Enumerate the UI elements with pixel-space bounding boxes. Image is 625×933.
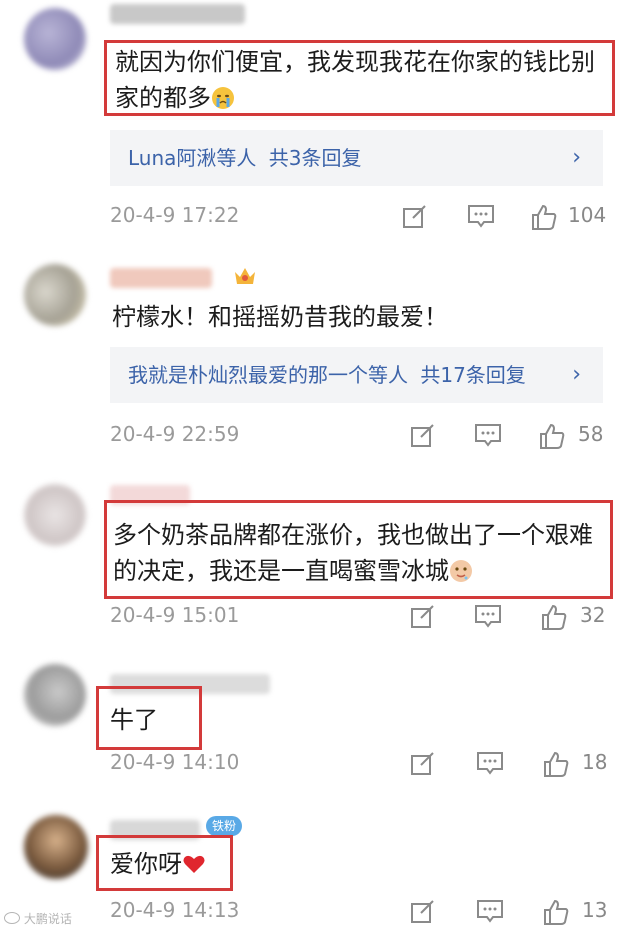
comment-icon[interactable] — [476, 898, 504, 924]
timestamp: 20-4-9 15:01 — [110, 603, 240, 627]
repost-icon[interactable] — [410, 422, 436, 448]
repost-icon[interactable] — [410, 603, 436, 629]
reply-count[interactable]: 共3条回复 — [269, 146, 362, 170]
comment-icon[interactable] — [476, 750, 504, 776]
reply-names[interactable]: 我就是朴灿烈最爱的那一个等人 — [128, 363, 408, 387]
comment-text: 柠檬水！和摇摇奶昔我的最爱！ — [112, 299, 602, 335]
avatar[interactable] — [24, 815, 88, 879]
weibo-logo-icon — [4, 912, 20, 924]
reply-summary[interactable]: Luna阿湫等人 共3条回复 › — [110, 130, 603, 186]
fan-badge: 铁粉 — [206, 816, 243, 836]
comment-icon[interactable] — [474, 422, 502, 448]
like-icon[interactable] — [540, 603, 568, 631]
like-count: 104 — [568, 203, 607, 227]
repost-icon[interactable] — [410, 898, 436, 924]
vip-crown-icon — [232, 264, 258, 288]
highlight-box — [96, 835, 233, 891]
comment-meta: 20-4-9 14:13 13 — [110, 898, 610, 928]
timestamp: 20-4-9 17:22 — [110, 203, 240, 227]
watermark: 大鹏说话 — [4, 910, 72, 927]
username[interactable] — [110, 268, 212, 288]
comment-meta: 20-4-9 14:10 18 — [110, 750, 610, 780]
comment-icon[interactable] — [474, 603, 502, 629]
like-icon[interactable] — [542, 750, 570, 778]
avatar[interactable] — [24, 484, 86, 546]
like-count: 58 — [578, 422, 604, 446]
chevron-right-icon: › — [572, 145, 581, 170]
timestamp: 20-4-9 14:10 — [110, 750, 240, 774]
comment-meta: 20-4-9 17:22 104 — [110, 203, 610, 233]
like-icon[interactable] — [538, 422, 566, 450]
comment-text-content: 柠檬水！和摇摇奶昔我的最爱！ — [112, 303, 448, 331]
comment-meta: 20-4-9 15:01 32 — [110, 603, 610, 633]
reply-count[interactable]: 共17条回复 — [420, 363, 525, 387]
like-icon[interactable] — [530, 203, 558, 231]
highlight-box — [104, 40, 615, 116]
avatar[interactable] — [24, 264, 86, 326]
timestamp: 20-4-9 22:59 — [110, 422, 240, 446]
comment-icon[interactable] — [467, 203, 495, 229]
timestamp: 20-4-9 14:13 — [110, 898, 240, 922]
highlight-box — [96, 686, 202, 750]
like-count: 18 — [582, 750, 608, 774]
watermark-text: 大鹏说话 — [23, 912, 72, 926]
repost-icon[interactable] — [410, 750, 436, 776]
username[interactable] — [110, 4, 245, 24]
chevron-right-icon: › — [572, 362, 581, 387]
like-count: 13 — [582, 898, 608, 922]
like-icon[interactable] — [542, 898, 570, 926]
like-count: 32 — [580, 603, 606, 627]
avatar[interactable] — [24, 664, 86, 726]
repost-icon[interactable] — [402, 203, 428, 229]
reply-summary[interactable]: 我就是朴灿烈最爱的那一个等人 共17条回复 › — [110, 347, 603, 403]
comment-meta: 20-4-9 22:59 58 — [110, 422, 610, 452]
highlight-box — [104, 500, 613, 599]
avatar[interactable] — [24, 8, 86, 70]
reply-names[interactable]: Luna阿湫等人 — [128, 146, 256, 170]
